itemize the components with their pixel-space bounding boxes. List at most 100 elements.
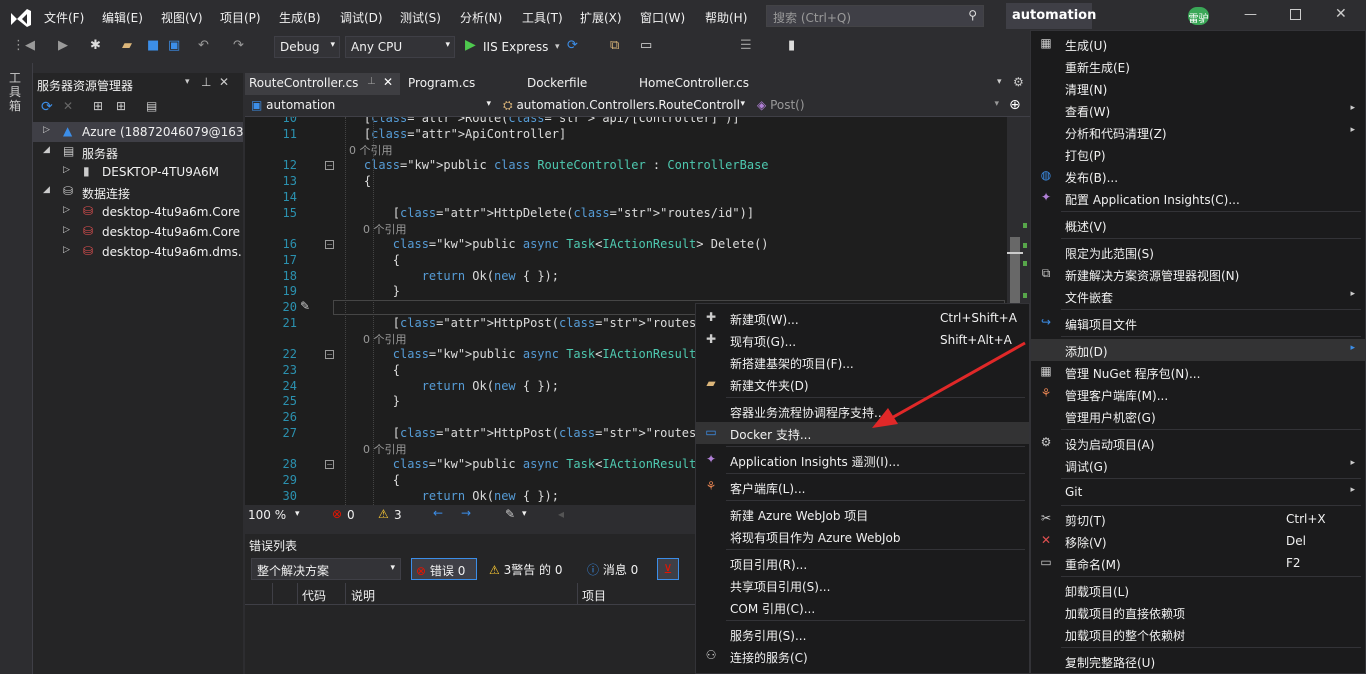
menu-item[interactable]: 编辑(E) xyxy=(102,9,143,26)
tree-item[interactable]: ◢ ▤ 服务器 xyxy=(33,142,243,162)
warning-count[interactable]: 3 xyxy=(394,508,402,522)
menu-item[interactable]: 加载项目的整个依赖树 xyxy=(1031,623,1365,645)
close-window-button[interactable]: ✕ xyxy=(1335,6,1347,22)
collapse-icon[interactable]: − xyxy=(325,350,334,359)
menu-item[interactable]: 共享项目引用(S)... xyxy=(696,574,1029,596)
menu-item[interactable]: 管理用户机密(G) xyxy=(1031,405,1365,427)
errors-filter-button[interactable]: ⊗ 错误 0 xyxy=(411,558,477,580)
run-icon[interactable]: ▶ xyxy=(465,37,476,53)
menu-item[interactable]: 打包(P) xyxy=(1031,143,1365,165)
menu-item[interactable]: ✂ 剪切(T) Ctrl+X xyxy=(1031,508,1365,530)
menu-item[interactable]: ✦ Application Insights 遥测(I)... xyxy=(696,449,1029,471)
expander-icon[interactable]: ▷ xyxy=(63,205,70,215)
menu-item[interactable]: 分析(N) xyxy=(460,9,502,26)
menu-item[interactable]: 将现有项目作为 Azure WebJob xyxy=(696,525,1029,547)
tab-dockerfile[interactable]: Dockerfile xyxy=(523,73,591,95)
minimize-button[interactable]: — xyxy=(1244,7,1257,22)
next-issue-icon[interactable]: → xyxy=(461,506,471,520)
menu-item[interactable]: COM 引用(C)... xyxy=(696,596,1029,618)
redo-icon[interactable]: ↷ xyxy=(233,38,244,53)
gear-icon[interactable]: ⚙ xyxy=(1013,75,1024,89)
menu-item[interactable]: 新建 Azure WebJob 项目 xyxy=(696,503,1029,525)
stop-icon[interactable]: ✕ xyxy=(63,99,73,113)
comment-icon[interactable]: ☰ xyxy=(740,38,752,53)
refresh-icon[interactable]: ⟳ xyxy=(567,38,578,53)
tab-program[interactable]: Program.cs xyxy=(404,73,479,95)
menu-item[interactable]: 分析和代码清理(Z) ▸ xyxy=(1031,121,1365,143)
error-count[interactable]: 0 xyxy=(347,508,355,522)
pin-icon[interactable]: ⊥ xyxy=(367,76,376,87)
expander-icon[interactable]: ▷ xyxy=(63,165,70,175)
project-dropdown[interactable]: ▣ automation ▾ xyxy=(247,97,495,115)
collapse-icon[interactable]: − xyxy=(325,240,334,249)
menu-item[interactable]: 加载项目的直接依赖项 xyxy=(1031,601,1365,623)
close-panel-icon[interactable]: ✕ xyxy=(219,75,229,89)
scope-dropdown[interactable]: 整个解决方案 ▾ xyxy=(251,558,401,580)
tree-item[interactable]: ▷ ▲ Azure (18872046079@163 xyxy=(33,122,243,142)
back-icon[interactable]: ◀ xyxy=(25,38,35,53)
filter-toggle-icon[interactable]: ⊻ xyxy=(657,558,679,580)
menu-item[interactable]: 查看(W) ▸ xyxy=(1031,99,1365,121)
undo-icon[interactable]: ↶ xyxy=(198,38,209,53)
column-project[interactable]: 项目 xyxy=(582,587,606,604)
connect-server-icon[interactable]: ⊞ xyxy=(116,99,126,113)
collapse-icon[interactable]: − xyxy=(325,161,334,170)
menu-item[interactable]: ✕ 移除(V) Del xyxy=(1031,530,1365,552)
quick-action-icon[interactable]: ✎ xyxy=(300,299,310,313)
screenshot-icon[interactable]: ▭ xyxy=(640,38,652,53)
expander-icon[interactable]: ◢ xyxy=(43,145,50,155)
tab-routecontroller[interactable]: RouteController.cs ⊥ ✕ xyxy=(245,73,400,95)
hscroll-left-icon[interactable]: ◂ xyxy=(558,507,564,521)
toolbox-tab[interactable]: 工具箱 xyxy=(9,71,23,113)
menu-item[interactable]: 帮助(H) xyxy=(705,9,747,26)
new-project-icon[interactable]: ✱ xyxy=(90,38,101,53)
save-all-icon[interactable]: ▣ xyxy=(168,38,180,53)
menu-item[interactable]: ▦ 管理 NuGet 程序包(N)... xyxy=(1031,361,1365,383)
panel-dropdown-icon[interactable]: ▾ xyxy=(185,77,190,87)
menu-item[interactable]: 服务引用(S)... xyxy=(696,623,1029,645)
cleanup-icon[interactable]: ✎ xyxy=(505,507,515,521)
menu-item[interactable]: 卸载项目(L) xyxy=(1031,579,1365,601)
menu-item[interactable]: 文件嵌套 ▸ xyxy=(1031,285,1365,307)
forward-icon[interactable]: ▶ xyxy=(58,38,68,53)
run-button-label[interactable]: IIS Express xyxy=(483,40,548,54)
menu-item[interactable]: 文件(F) xyxy=(44,9,84,26)
expander-icon[interactable]: ▷ xyxy=(63,225,70,235)
menu-item[interactable]: 项目引用(R)... xyxy=(696,552,1029,574)
expander-icon[interactable]: ▷ xyxy=(43,125,50,135)
menu-item[interactable]: 清理(N) xyxy=(1031,77,1365,99)
menu-item[interactable]: Git ▸ xyxy=(1031,481,1365,503)
expander-icon[interactable]: ▷ xyxy=(63,245,70,255)
menu-item[interactable]: 视图(V) xyxy=(161,9,203,26)
config-dropdown[interactable]: Debug ▾ xyxy=(274,36,340,58)
search-input[interactable]: 搜索 (Ctrl+Q) ⚲ xyxy=(766,5,984,27)
warnings-filter-button[interactable]: ⚠ 3警告 的 0 xyxy=(485,558,571,580)
tree-item[interactable]: ▷ ⛁ desktop-4tu9a6m.Core xyxy=(33,202,243,222)
bookmark-icon[interactable]: ▮ xyxy=(788,38,795,53)
codelens-references[interactable]: 0 个引用 xyxy=(335,142,393,158)
column-code[interactable]: 代码 xyxy=(302,587,326,604)
tree-item[interactable]: ▷ ▮ DESKTOP-4TU9A6M xyxy=(33,162,243,182)
split-editor-icon[interactable]: ⊕ xyxy=(1009,97,1021,113)
menu-item[interactable]: 限定为此范围(S) xyxy=(1031,241,1365,263)
refresh-icon[interactable]: ⟳ xyxy=(41,99,53,115)
menu-item[interactable]: 项目(P) xyxy=(220,9,261,26)
menu-item[interactable]: ▭ 重命名(M) F2 xyxy=(1031,552,1365,574)
open-file-icon[interactable]: ▰ xyxy=(122,38,132,53)
class-dropdown[interactable]: ⛭ automation.Controllers.RouteControll ▾ xyxy=(499,97,749,115)
menu-item[interactable]: ⚘ 管理客户端库(M)... xyxy=(1031,383,1365,405)
messages-filter-button[interactable]: ⓘ 消息 0 xyxy=(583,558,649,580)
menu-item[interactable]: ↪ 编辑项目文件 xyxy=(1031,312,1365,334)
chevron-down-icon[interactable]: ▾ xyxy=(555,42,560,52)
platform-dropdown[interactable]: Any CPU ▾ xyxy=(345,36,455,58)
connect-database-icon[interactable]: ⊞ xyxy=(93,99,103,113)
restore-button[interactable] xyxy=(1290,9,1301,20)
tree-item[interactable]: ▷ ⛁ desktop-4tu9a6m.Core xyxy=(33,222,243,242)
pin-icon[interactable]: ⊥ xyxy=(201,75,211,89)
menu-item[interactable]: 测试(S) xyxy=(400,9,441,26)
member-dropdown[interactable]: ◈ Post() ▾ xyxy=(753,97,1003,115)
menu-item[interactable]: ⚙ 设为启动项目(A) xyxy=(1031,432,1365,454)
menu-item[interactable]: 扩展(X) xyxy=(580,9,622,26)
column-description[interactable]: 说明 xyxy=(351,587,375,604)
menu-item[interactable]: 重新生成(E) xyxy=(1031,55,1365,77)
